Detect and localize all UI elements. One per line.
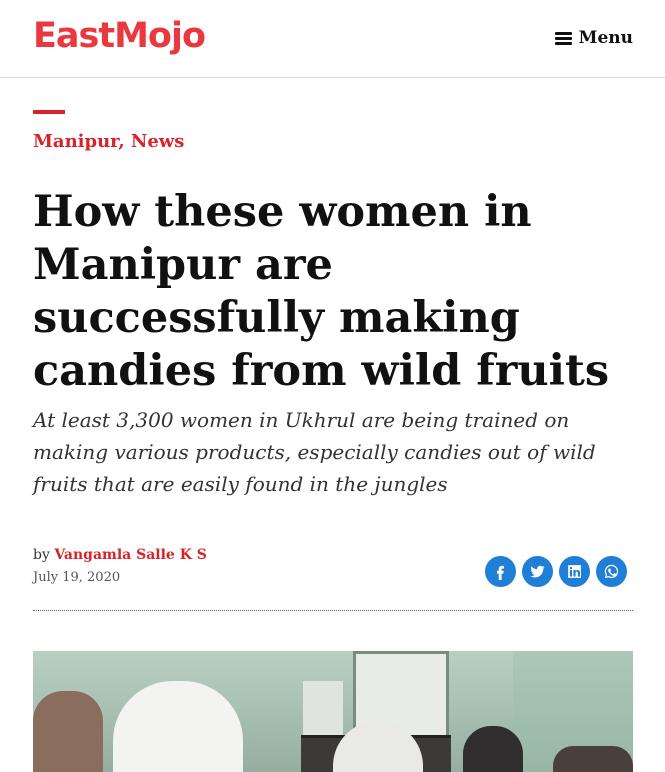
hero-image-hairnet-front [113,681,243,772]
share-linkedin-button[interactable] [559,556,590,587]
site-header: EastMojo Menu [0,0,665,78]
author-link[interactable]: Vangamla Salle K S [54,547,207,563]
hero-image-person-right [463,726,523,772]
logo-text-east: East [33,16,115,56]
hero-image-person-far-right [553,746,633,772]
article-subtitle: At least 3,300 women in Ukhrul are being… [33,408,596,496]
hamburger-icon [554,31,572,45]
category-separator: , [118,131,131,152]
category-accent-bar [33,110,65,114]
byline-divider [33,610,633,611]
logo-text-mojo: Mojo [114,16,206,56]
category-link-manipur[interactable]: Manipur [33,131,118,152]
hero-image-person-left [33,691,103,772]
eastmojo-logo[interactable]: EastMojo [33,16,206,56]
byline-prefix: by [33,547,50,563]
article-headline: How these women in Manipur are successfu… [33,187,610,396]
byline: by Vangamla Salle K S [33,547,207,563]
share-buttons [485,556,627,587]
linkedin-icon [568,565,581,578]
share-facebook-button[interactable] [485,556,516,587]
hero-image[interactable] [33,651,633,772]
menu-button[interactable]: Menu [554,26,633,50]
post-date: July 19, 2020 [33,570,121,585]
facebook-icon [496,565,505,580]
share-whatsapp-button[interactable] [596,556,627,587]
category-links: Manipur, News [33,131,184,152]
share-twitter-button[interactable] [522,556,553,587]
twitter-icon [530,565,545,578]
whatsapp-icon [604,564,619,579]
menu-label: Menu [578,28,633,48]
category-link-news[interactable]: News [131,131,185,152]
